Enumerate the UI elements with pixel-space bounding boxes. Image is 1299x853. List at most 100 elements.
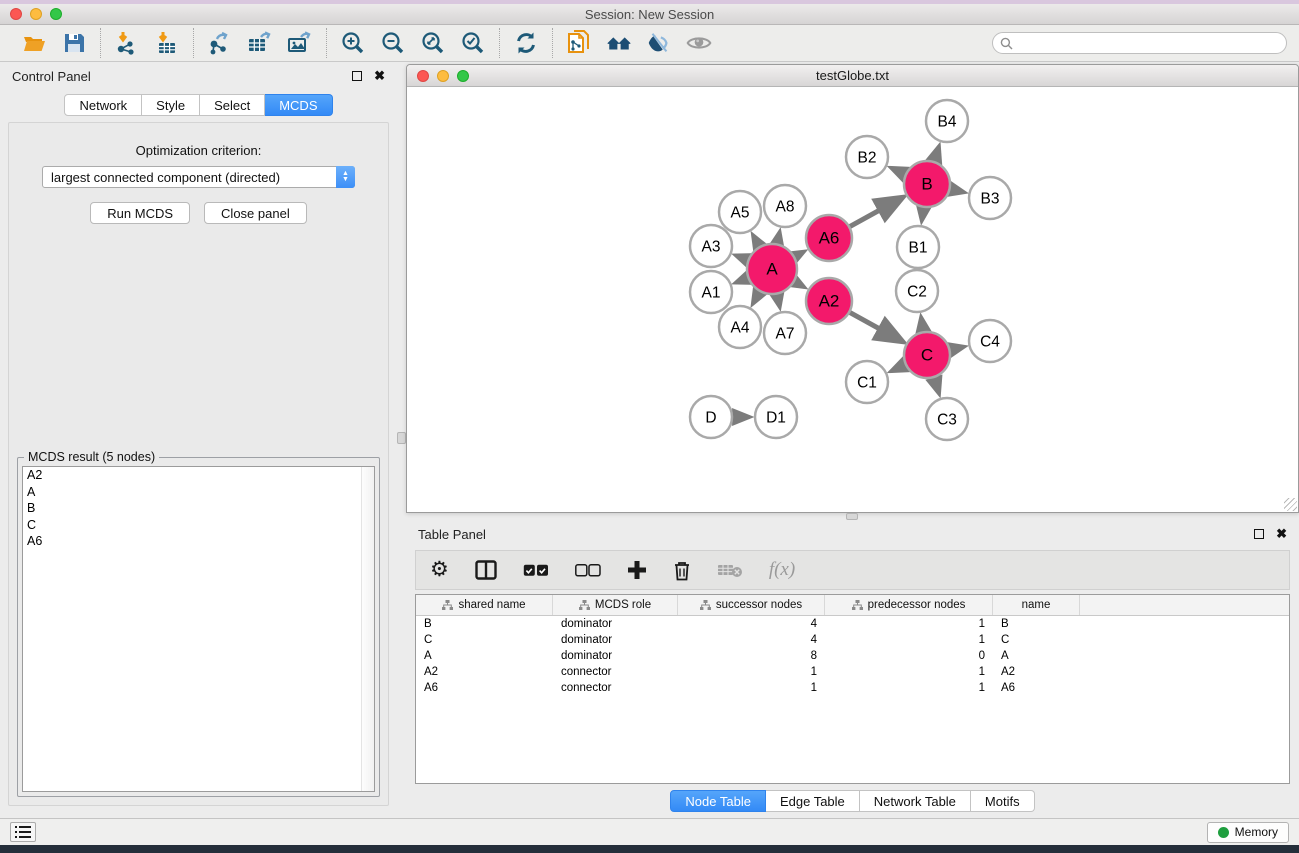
save-session-icon[interactable] [61, 30, 87, 56]
edge-A-A3[interactable] [735, 255, 748, 260]
task-history-button[interactable] [10, 822, 36, 842]
edge-A-A2[interactable] [794, 281, 805, 287]
table-cell[interactable]: A2 [416, 666, 553, 678]
table-cell[interactable]: A6 [416, 682, 553, 694]
table-cell[interactable]: 1 [825, 666, 993, 678]
table-cell[interactable]: 1 [825, 682, 993, 694]
table-cell[interactable]: B [416, 618, 553, 630]
edge-B-B3[interactable] [949, 189, 964, 192]
search-field[interactable] [992, 32, 1287, 54]
table-row[interactable]: Bdominator41B [416, 616, 1289, 632]
table-cell[interactable]: 0 [825, 650, 993, 662]
run-mcds-button[interactable]: Run MCDS [90, 202, 190, 224]
mcds-result-item[interactable]: A [23, 484, 374, 501]
table-cell[interactable]: dominator [553, 634, 678, 646]
export-image-icon[interactable] [287, 30, 313, 56]
zoom-fit-icon[interactable] [420, 30, 446, 56]
network-graph[interactable]: B4B2BB3A5A8A6A3B1AA1C2A2A4A7C4CC1C3DD1 [408, 88, 1297, 511]
table-cell[interactable]: 4 [678, 634, 825, 646]
edge-C-C2[interactable] [921, 317, 923, 333]
close-panel-button[interactable]: Close panel [204, 202, 307, 224]
table-cell[interactable]: connector [553, 682, 678, 694]
table-cell[interactable]: A6 [993, 682, 1080, 694]
network-window-titlebar[interactable]: testGlobe.txt [407, 65, 1298, 87]
edge-B-B1[interactable] [922, 207, 924, 221]
table-row[interactable]: Adominator80A [416, 648, 1289, 664]
mcds-result-item[interactable]: A6 [23, 533, 374, 550]
horizontal-split-handle[interactable] [846, 513, 858, 520]
column-header-shared-name[interactable]: shared name [416, 595, 553, 615]
tab-select[interactable]: Select [200, 94, 265, 116]
close-panel-icon[interactable]: ✖ [374, 71, 385, 81]
import-table-icon[interactable] [154, 30, 180, 56]
edge-C-C4[interactable] [949, 347, 964, 350]
float-table-panel-icon[interactable] [1254, 529, 1264, 539]
node-table[interactable]: shared nameMCDS rolesuccessor nodesprede… [415, 594, 1290, 784]
deselect-all-icon[interactable] [575, 564, 601, 577]
mcds-result-item[interactable]: B [23, 500, 374, 517]
edge-A6-B[interactable] [849, 198, 902, 227]
edge-B-B2[interactable] [891, 168, 906, 175]
close-table-panel-icon[interactable]: ✖ [1276, 529, 1287, 539]
edge-C-C3[interactable] [934, 377, 939, 394]
export-table-icon[interactable] [247, 30, 273, 56]
table-settings-icon[interactable]: ⚙ [430, 560, 449, 580]
edge-A2-C[interactable] [849, 312, 902, 341]
edge-A-A4[interactable] [753, 291, 760, 304]
network-canvas[interactable]: B4B2BB3A5A8A6A3B1AA1C2A2A4A7C4CC1C3DD1 [408, 88, 1297, 511]
table-cell[interactable]: 1 [678, 682, 825, 694]
edge-A-A1[interactable] [735, 278, 748, 283]
select-all-icon[interactable] [523, 564, 549, 577]
import-network-icon[interactable] [114, 30, 140, 56]
mcds-result-item[interactable]: A2 [23, 467, 374, 484]
window-resize-grip[interactable] [1284, 498, 1297, 511]
column-header-predecessor-nodes[interactable]: predecessor nodes [825, 595, 993, 615]
table-cell[interactable]: dominator [553, 650, 678, 662]
float-panel-icon[interactable] [352, 71, 362, 81]
mcds-result-item[interactable]: C [23, 517, 374, 534]
tab-mcds[interactable]: MCDS [265, 94, 332, 116]
zoom-out-icon[interactable] [380, 30, 406, 56]
tab-network-table[interactable]: Network Table [860, 790, 971, 812]
column-header-name[interactable]: name [993, 595, 1080, 615]
table-cell[interactable]: 1 [678, 666, 825, 678]
optimization-criterion-select[interactable]: largest connected component (directed) ▲… [42, 166, 355, 188]
home-view-icon[interactable] [606, 30, 632, 56]
table-row[interactable]: A6connector11A6 [416, 680, 1289, 696]
edge-A-A5[interactable] [753, 235, 760, 248]
edge-B-B4[interactable] [934, 146, 939, 162]
table-cell[interactable]: A [416, 650, 553, 662]
edge-C-C1[interactable] [891, 364, 906, 371]
table-cell[interactable]: 1 [825, 634, 993, 646]
delete-column-icon[interactable] [673, 560, 691, 581]
edge-A-A8[interactable] [777, 231, 780, 244]
table-cell[interactable]: C [993, 634, 1080, 646]
table-cell[interactable]: connector [553, 666, 678, 678]
scrollbar-track[interactable] [361, 467, 374, 791]
tab-motifs[interactable]: Motifs [971, 790, 1035, 812]
table-cell[interactable]: 4 [678, 618, 825, 630]
table-cell[interactable]: 8 [678, 650, 825, 662]
table-row[interactable]: A2connector11A2 [416, 664, 1289, 680]
search-input[interactable] [1017, 36, 1267, 50]
tab-style[interactable]: Style [142, 94, 200, 116]
vertical-split-handle[interactable] [397, 432, 406, 444]
refresh-icon[interactable] [513, 30, 539, 56]
column-header-MCDS-role[interactable]: MCDS role [553, 595, 678, 615]
hide-graphics-details-icon[interactable] [646, 30, 672, 56]
tab-edge-table[interactable]: Edge Table [766, 790, 860, 812]
table-cell[interactable]: 1 [825, 618, 993, 630]
table-cell[interactable]: C [416, 634, 553, 646]
add-column-icon[interactable] [627, 560, 647, 580]
table-cell[interactable]: A2 [993, 666, 1080, 678]
column-selector-icon[interactable] [475, 560, 497, 580]
show-graphics-details-icon[interactable] [686, 30, 712, 56]
edge-A-A7[interactable] [777, 293, 780, 307]
zoom-selected-icon[interactable] [460, 30, 486, 56]
table-cell[interactable]: B [993, 618, 1080, 630]
mcds-result-list[interactable]: A2ABCA6 [22, 466, 375, 792]
table-cell[interactable]: A [993, 650, 1080, 662]
table-row[interactable]: Cdominator41C [416, 632, 1289, 648]
open-file-icon[interactable] [21, 30, 47, 56]
edge-A-A6[interactable] [794, 251, 804, 257]
